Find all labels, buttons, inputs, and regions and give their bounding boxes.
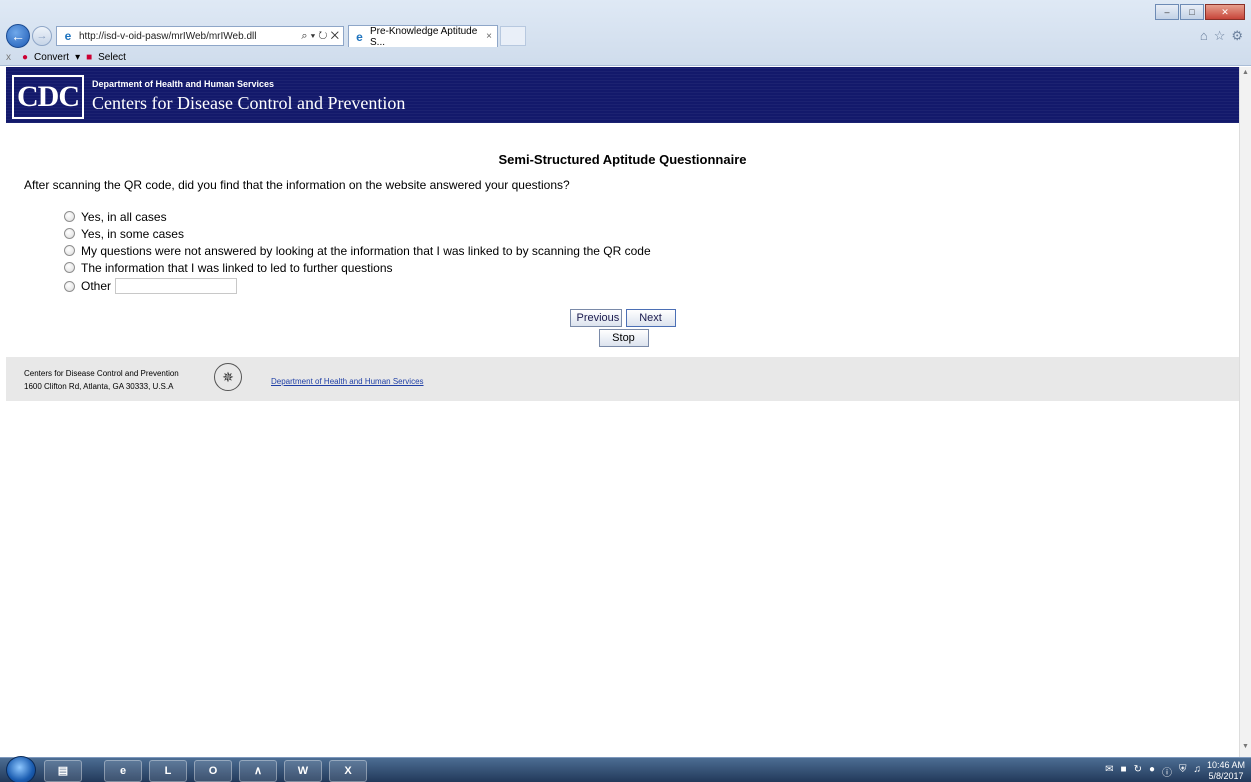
address-url[interactable]: http://isd-v-oid-pasw/mrIWeb/mrIWeb.dll (79, 31, 256, 42)
survey-title: Semi-Structured Aptitude Questionnaire (498, 152, 747, 167)
cdc-header: CDC Department of Health and Human Servi… (6, 67, 1239, 123)
select-button[interactable]: Select (98, 52, 126, 63)
option-label: My questions were not answered by lookin… (81, 243, 651, 258)
option-other[interactable]: Other (64, 276, 651, 296)
system-tray: ✉ ■ ↻ ● ⓘ ⛨ ♫ (1105, 764, 1201, 779)
windows-taskbar: ▤ e L O ∧ W X ✉ ■ ↻ ● ⓘ ⛨ ♫ 10:46 AM 5/8… (0, 756, 1251, 782)
scroll-up-icon[interactable]: ▲ (1240, 69, 1251, 81)
taskbar-ie-icon[interactable]: e (104, 760, 142, 782)
survey-stop-row: Stop (6, 329, 1239, 347)
next-button[interactable]: Next (625, 309, 676, 327)
footer-org: Centers for Disease Control and Preventi… (24, 369, 179, 378)
option-not-answered[interactable]: My questions were not answered by lookin… (64, 242, 651, 259)
radio-other[interactable] (64, 280, 75, 292)
command-bar: x ● Convert ▾ ■ Select (6, 49, 126, 65)
navigation-bar: ← → e http://isd-v-oid-pasw/mrIWeb/mrIWe… (6, 24, 526, 48)
hhs-eagle-logo: ✵ (214, 363, 242, 391)
minimize-button[interactable]: – (1155, 4, 1179, 20)
favorites-star-icon[interactable]: ☆ (1214, 28, 1226, 44)
command-bar-close-icon[interactable]: x (6, 52, 16, 63)
ie-page-icon: e (64, 29, 72, 43)
tab-ie-icon: e (356, 29, 363, 44)
option-label: Yes, in some cases (81, 226, 184, 241)
clock-time: 10:46 AM (1206, 760, 1245, 770)
back-button[interactable]: ← (6, 24, 30, 48)
home-icon[interactable]: ⌂ (1200, 28, 1208, 44)
taskbar-task-manager-icon[interactable]: L (149, 760, 187, 782)
page-footer: Centers for Disease Control and Preventi… (6, 357, 1239, 401)
tray-volume-icon[interactable]: ♫ (1194, 764, 1202, 779)
browser-chrome: – □ ✕ ← → e http://isd-v-oid-pasw/mrIWeb… (0, 0, 1251, 66)
tray-office-icon[interactable]: ■ (1121, 764, 1127, 779)
clock-date: 5/8/2017 (1208, 771, 1244, 781)
convert-button[interactable]: Convert (34, 52, 69, 63)
taskbar-clock[interactable]: 10:46 AM 5/8/2017 (1207, 760, 1245, 782)
start-button[interactable] (6, 756, 36, 782)
option-label: The information that I was linked to led… (81, 260, 393, 275)
other-text-input[interactable] (115, 278, 238, 294)
answer-options: Yes, in all cases Yes, in some cases My … (64, 208, 651, 296)
survey-navigation: Previous Next (6, 309, 1239, 327)
stop-button[interactable]: Stop (598, 329, 649, 347)
taskbar-excel-icon[interactable]: X (329, 760, 367, 782)
tray-sync-icon[interactable]: ↻ (1134, 764, 1142, 779)
chevron-down-icon[interactable]: ▾ (75, 52, 80, 63)
survey-question: After scanning the QR code, did you find… (24, 178, 570, 192)
radio-not-answered[interactable] (64, 245, 75, 256)
option-yes-some[interactable]: Yes, in some cases (64, 225, 651, 242)
gear-icon[interactable]: ⚙ (1231, 28, 1243, 44)
option-further-questions[interactable]: The information that I was linked to led… (64, 259, 651, 276)
taskbar-word-icon[interactable]: W (284, 760, 322, 782)
maximize-button[interactable]: □ (1180, 4, 1204, 20)
forward-button[interactable]: → (32, 26, 52, 46)
tray-info-icon[interactable]: ⓘ (1162, 764, 1172, 779)
radio-yes-all[interactable] (64, 211, 75, 222)
tray-shield-icon[interactable]: ⛨ (1179, 764, 1187, 779)
taskbar-explorer-icon[interactable]: ▤ (44, 760, 82, 782)
taskbar-outlook-icon[interactable]: O (194, 760, 232, 782)
previous-button[interactable]: Previous (569, 309, 622, 327)
close-window-button[interactable]: ✕ (1205, 4, 1245, 20)
hhs-link[interactable]: Department of Health and Human Services (271, 377, 424, 386)
page-viewport: CDC Department of Health and Human Servi… (6, 67, 1239, 757)
vertical-scrollbar[interactable]: ▲ ▼ (1239, 67, 1251, 757)
scroll-down-icon[interactable]: ▼ (1240, 743, 1251, 755)
browser-tools: ⌂ ☆ ⚙ (1200, 28, 1243, 44)
new-tab-button[interactable] (500, 26, 526, 46)
option-label: Yes, in all cases (81, 209, 167, 224)
select-pdf-icon: ■ (86, 51, 93, 63)
convert-pdf-icon: ● (22, 51, 29, 63)
option-label: Other (81, 279, 112, 293)
footer-address: 1600 Clifton Rd, Atlanta, GA 30333, U.S.… (24, 382, 174, 391)
tab-title: Pre-Knowledge Aptitude S... (370, 25, 478, 48)
window-controls: – □ ✕ (1155, 4, 1245, 20)
center-name: Centers for Disease Control and Preventi… (92, 93, 406, 113)
tab-close-icon[interactable]: × (486, 31, 497, 42)
address-bar[interactable]: e http://isd-v-oid-pasw/mrIWeb/mrIWeb.dl… (56, 26, 344, 46)
radio-further-questions[interactable] (64, 262, 75, 273)
tab-pre-knowledge[interactable]: e Pre-Knowledge Aptitude S... × (348, 25, 498, 48)
cdc-logo: CDC (12, 75, 84, 119)
tray-mail-icon[interactable]: ✉ (1105, 764, 1113, 779)
address-actions[interactable]: ⌕ ▾ ↻ ✕ (301, 30, 343, 43)
option-yes-all[interactable]: Yes, in all cases (64, 208, 651, 225)
radio-yes-some[interactable] (64, 228, 75, 239)
department-name: Department of Health and Human Services (92, 79, 275, 89)
taskbar-acrobat-icon[interactable]: ∧ (239, 760, 277, 782)
tray-network-icon[interactable]: ● (1149, 764, 1155, 779)
